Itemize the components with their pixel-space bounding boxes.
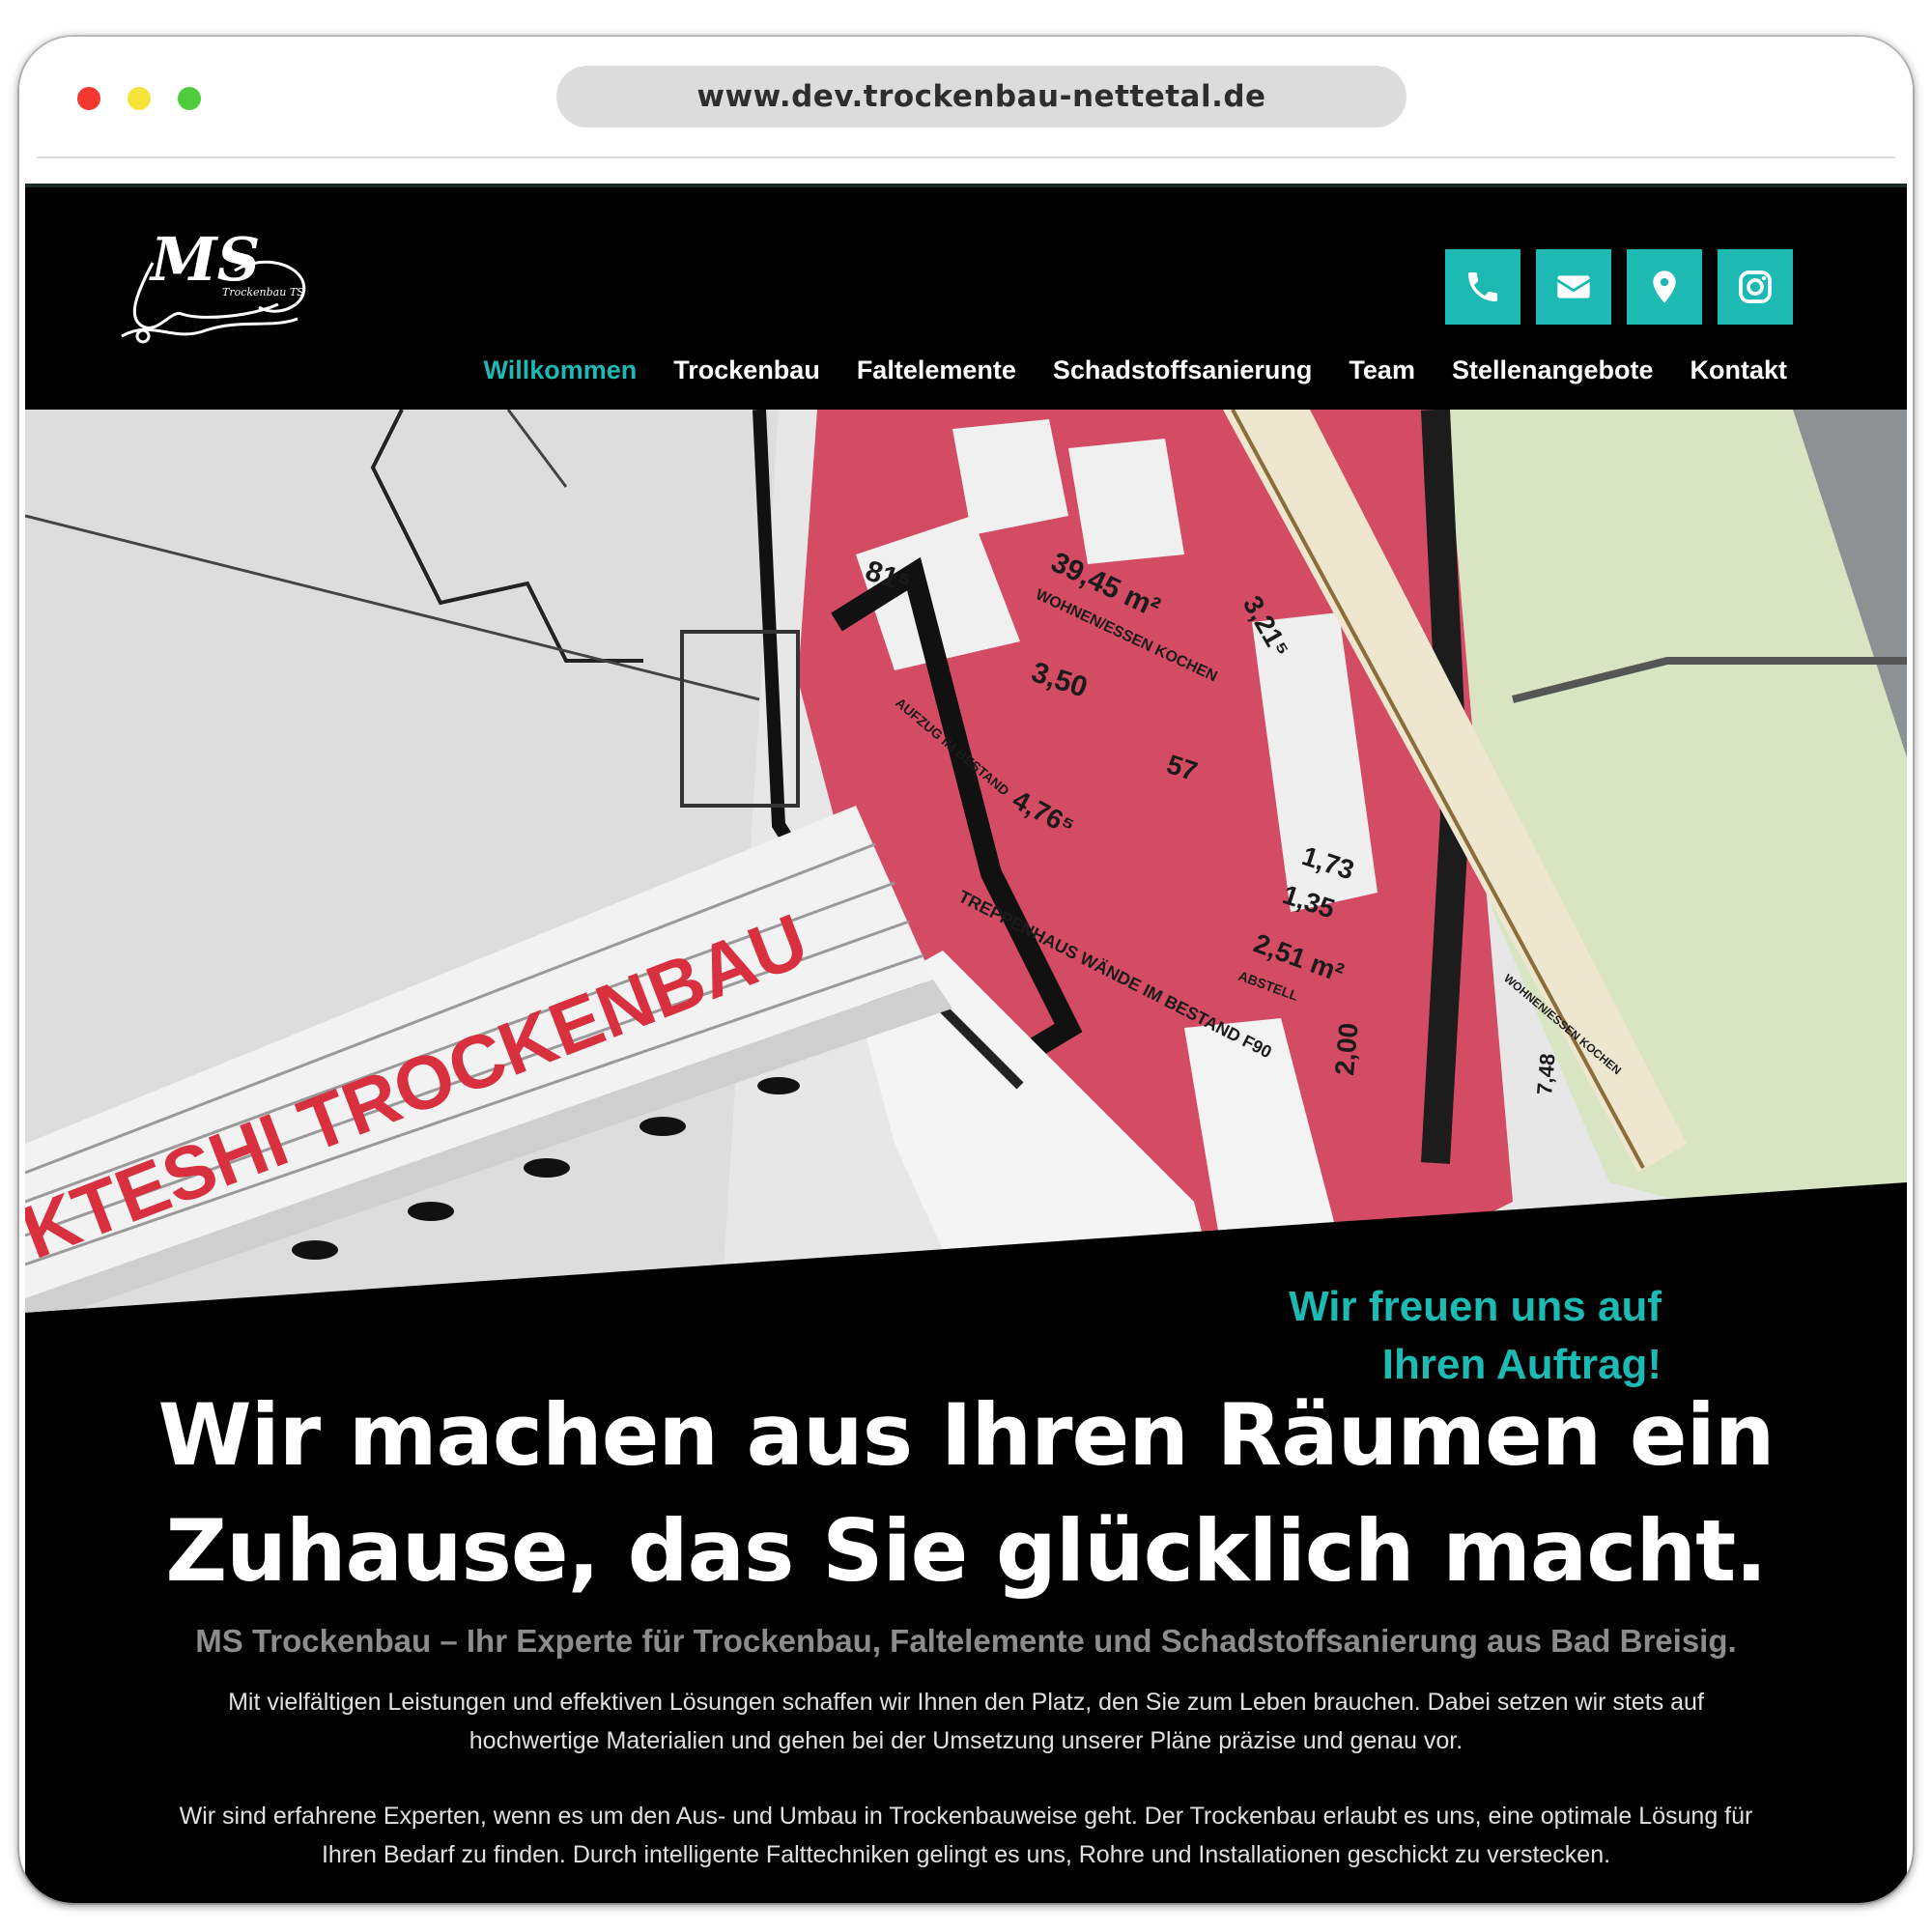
email-icon bbox=[1557, 275, 1590, 298]
instagram-button[interactable] bbox=[1718, 249, 1793, 325]
chrome-divider bbox=[37, 156, 1895, 158]
phone-button[interactable] bbox=[1445, 249, 1520, 325]
nav-item-stellenangebote[interactable]: Stellenangebote bbox=[1452, 355, 1654, 385]
main-navigation: Willkommen Trockenbau Faltelemente Schad… bbox=[483, 355, 1787, 385]
plan-label-16: 7,48 bbox=[1532, 1053, 1560, 1096]
browser-chrome: www.dev.trockenbau-nettetal.de bbox=[19, 37, 1913, 182]
header-top-line bbox=[25, 184, 1907, 187]
nav-item-faltelemente[interactable]: Faltelemente bbox=[857, 355, 1016, 385]
logo-subtext: Trockenbau TS bbox=[222, 286, 304, 298]
address-bar[interactable]: www.dev.trockenbau-nettetal.de bbox=[556, 66, 1406, 128]
email-button[interactable] bbox=[1536, 249, 1611, 325]
instagram-icon bbox=[1739, 270, 1772, 303]
website: MS Trockenbau TS Willkommen Trockenbau F… bbox=[25, 184, 1907, 1903]
logo-text: MS bbox=[149, 224, 260, 295]
nav-item-willkommen[interactable]: Willkommen bbox=[483, 355, 637, 385]
main-headline: Wir machen aus Ihren Räumen ein Zuhause,… bbox=[25, 1378, 1907, 1609]
hero-image: KTESHI TROCKENBAU 81⁵ 39,45 m² WOHNEN/ES… bbox=[25, 410, 1907, 1313]
headline-line-1: Wir machen aus Ihren Räumen ein bbox=[157, 1385, 1776, 1485]
nav-item-kontakt[interactable]: Kontakt bbox=[1690, 355, 1788, 385]
location-icon bbox=[1653, 270, 1676, 303]
close-window-button[interactable] bbox=[77, 87, 100, 110]
nav-item-schadstoffsanierung[interactable]: Schadstoffsanierung bbox=[1053, 355, 1313, 385]
maximize-window-button[interactable] bbox=[178, 87, 201, 110]
hero-photo: KTESHI TROCKENBAU 81⁵ 39,45 m² WOHNEN/ES… bbox=[25, 410, 1907, 1313]
slogan: Wir freuen uns auf Ihren Auftrag! bbox=[1289, 1278, 1662, 1394]
intro-paragraph-1: Mit vielfältigen Leistungen und effektiv… bbox=[228, 1689, 1704, 1754]
location-button[interactable] bbox=[1627, 249, 1702, 325]
minimize-window-button[interactable] bbox=[128, 87, 151, 110]
subheadline: MS Trockenbau – Ihr Experte für Trockenb… bbox=[195, 1623, 1737, 1659]
logo[interactable]: MS Trockenbau TS bbox=[114, 213, 317, 357]
plan-label-13: 2,00 bbox=[1329, 1022, 1364, 1077]
phone-icon bbox=[1468, 272, 1497, 301]
slogan-line-1: Wir freuen uns auf bbox=[1289, 1283, 1662, 1330]
nav-item-trockenbau[interactable]: Trockenbau bbox=[673, 355, 820, 385]
nav-item-team[interactable]: Team bbox=[1349, 355, 1415, 385]
logo-graphic: MS Trockenbau TS bbox=[121, 224, 306, 344]
browser-window: www.dev.trockenbau-nettetal.de MS Trocke… bbox=[19, 37, 1913, 1903]
headline-line-2: Zuhause, das Sie glücklich macht. bbox=[165, 1501, 1767, 1601]
social-icons bbox=[1445, 249, 1793, 325]
intro-paragraph-2: Wir sind erfahrene Experten, wenn es um … bbox=[179, 1803, 1753, 1868]
